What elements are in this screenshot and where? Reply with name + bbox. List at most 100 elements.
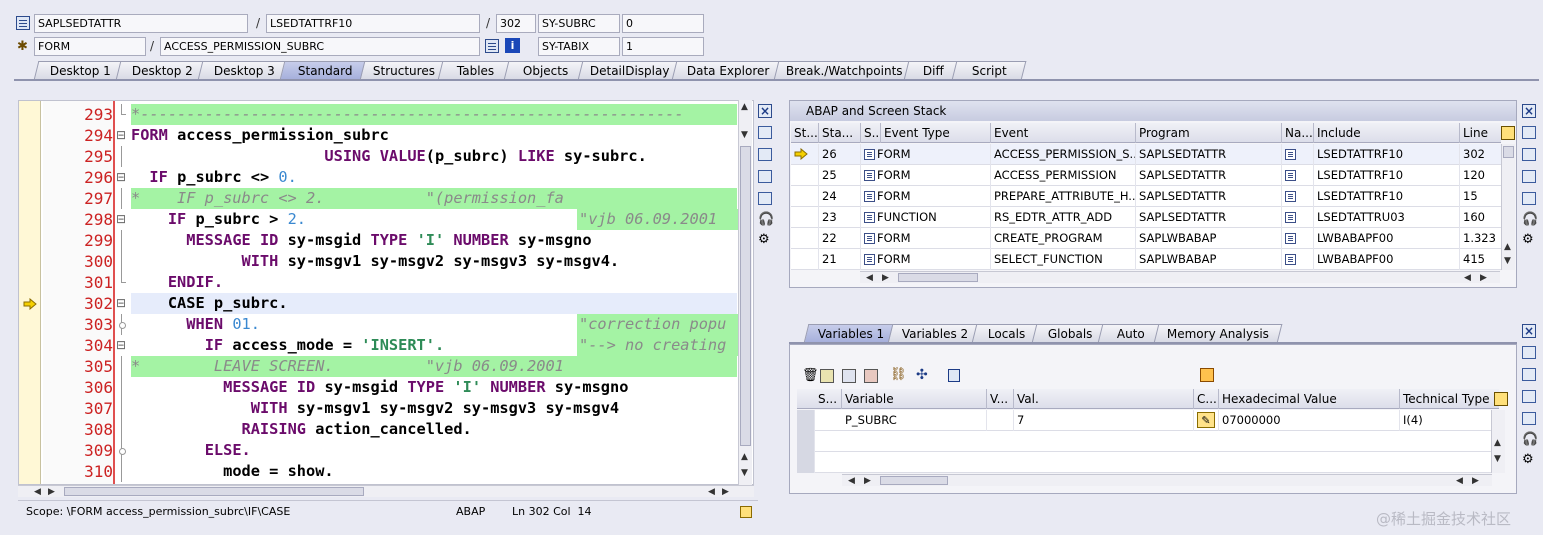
save-icon[interactable] <box>1200 368 1214 382</box>
scroll-thumb[interactable] <box>880 476 948 485</box>
col-header[interactable]: Variable <box>842 389 987 409</box>
resize-horizontal-icon[interactable] <box>1522 192 1536 205</box>
fold-toggle[interactable] <box>116 293 129 314</box>
fold-toggle[interactable] <box>116 125 129 146</box>
col-header[interactable]: Sta... <box>819 123 861 143</box>
tab-variables-1[interactable]: Variables 1 <box>803 324 899 343</box>
variables-vertical-scrollbar[interactable]: ▲ ▼ <box>1491 410 1505 473</box>
col-header[interactable]: Include <box>1314 123 1460 143</box>
stack-row[interactable]: 26 FORM ACCESS_PERMISSION_S... SAPLSEDTA… <box>791 144 1501 165</box>
swap-tool-icon[interactable] <box>758 148 772 161</box>
stack-row[interactable]: 25 FORM ACCESS_PERMISSION SAPLSEDTATTR L… <box>791 165 1501 186</box>
scroll-up-icon[interactable]: ▲ <box>741 102 748 112</box>
tabix-value[interactable]: 1 <box>622 37 704 56</box>
scroll-left-icon[interactable]: ◀ <box>1464 273 1471 283</box>
swap-tool-icon[interactable] <box>1522 346 1536 359</box>
include-field[interactable]: LSEDTATTRF10 <box>266 14 480 33</box>
scroll-thumb[interactable] <box>1503 146 1514 158</box>
tab-objects[interactable]: Objects <box>503 61 589 80</box>
navigate-icon[interactable] <box>1285 170 1296 181</box>
display-source-icon[interactable] <box>485 39 499 53</box>
code-line-293[interactable]: *---------------------------------------… <box>131 104 737 125</box>
stack-row[interactable]: 24 FORM PREPARE_ATTRIBUTE_H... SAPLSEDTA… <box>791 186 1501 207</box>
scroll-left-icon[interactable]: ◀ <box>1456 476 1463 486</box>
breakpoint-gutter[interactable] <box>19 101 41 484</box>
tab-standard[interactable]: Standard <box>279 61 371 80</box>
column-layout-icon[interactable] <box>1501 126 1515 140</box>
code-line-296[interactable]: IF p_subrc <> 0. <box>131 167 737 188</box>
col-header[interactable]: C... <box>1194 389 1219 409</box>
headset-icon[interactable]: 🎧 <box>758 212 774 227</box>
scroll-up-icon[interactable]: ▲ <box>1504 242 1511 252</box>
fold-toggle[interactable] <box>116 335 129 356</box>
code-line-302-current[interactable]: CASE p_subrc. <box>131 293 737 314</box>
resize-horizontal-icon[interactable] <box>758 192 772 205</box>
col-header[interactable]: V... <box>987 389 1014 409</box>
source-editor[interactable]: 293 294 295 296 297 298 299 300 301 302 … <box>18 100 754 485</box>
code-line-301[interactable]: ENDIF. <box>131 272 737 293</box>
col-header[interactable]: Event <box>991 123 1136 143</box>
tab-globals[interactable]: Globals <box>1031 324 1109 343</box>
headset-icon[interactable]: 🎧 <box>1522 432 1538 447</box>
navigate-icon[interactable] <box>1285 149 1296 160</box>
services-icon[interactable]: ⚙ <box>1522 452 1534 467</box>
tab-desktop-3[interactable]: Desktop 3 <box>197 61 291 80</box>
scroll-right-icon[interactable]: ▶ <box>1472 476 1479 486</box>
resize-vertical-icon[interactable] <box>1522 170 1536 183</box>
scroll-left-icon[interactable]: ◀ <box>708 487 715 497</box>
maximize-icon[interactable] <box>1522 368 1536 381</box>
code-line-300[interactable]: WITH sy-msgv1 sy-msgv2 sy-msgv3 sy-msgv4… <box>131 251 737 272</box>
scroll-down-icon[interactable]: ▼ <box>741 468 748 478</box>
program-field[interactable]: SAPLSEDTATTR <box>34 14 248 33</box>
close-icon[interactable]: × <box>1522 104 1536 118</box>
swap-tool-icon[interactable] <box>1522 126 1536 139</box>
scroll-left-icon[interactable]: ◀ <box>866 273 873 283</box>
clipboard-icon[interactable] <box>948 369 960 382</box>
scroll-thumb[interactable] <box>740 146 751 446</box>
navigate-cell[interactable] <box>1282 186 1314 207</box>
code-line-310[interactable]: mode = show. <box>131 461 737 482</box>
col-header[interactable]: Hexadecimal Value <box>1219 389 1400 409</box>
line-field[interactable]: 302 <box>496 14 536 33</box>
tab-desktop-1[interactable]: Desktop 1 <box>33 61 127 80</box>
hierarchy-icon[interactable]: ⛓ <box>890 367 907 382</box>
services-icon[interactable]: ⚙ <box>758 232 770 247</box>
maximize-icon[interactable] <box>1522 148 1536 161</box>
navigate-icon[interactable] <box>1285 254 1296 265</box>
note-icon[interactable] <box>740 506 752 518</box>
col-header[interactable]: Na... <box>1282 123 1314 143</box>
code-line-307[interactable]: WITH sy-msgv1 sy-msgv2 sy-msgv3 sy-msgv4 <box>131 398 737 419</box>
editor-vertical-scrollbar[interactable]: ▲ ▼ ▲ ▼ <box>738 100 752 485</box>
move-icon[interactable]: ✣ <box>916 367 928 383</box>
navigate-icon[interactable] <box>1285 212 1296 223</box>
variable-row-empty[interactable] <box>797 452 1491 473</box>
close-icon[interactable]: × <box>1522 324 1536 338</box>
info-icon[interactable]: i <box>505 38 520 53</box>
stack-row[interactable]: 22 FORM CREATE_PROGRAM SAPLWBABAP LWBABA… <box>791 228 1501 249</box>
variable-name[interactable]: P_SUBRC <box>842 410 987 431</box>
scroll-thumb[interactable] <box>898 273 978 282</box>
new-tool-icon[interactable] <box>758 126 772 139</box>
code-line-305[interactable]: * LEAVE SCREEN. "vjb 06.09.2001 <box>131 356 737 377</box>
resize-horizontal-icon[interactable] <box>1522 412 1536 425</box>
tab-desktop-2[interactable]: Desktop 2 <box>115 61 209 80</box>
subrc-value[interactable]: 0 <box>622 14 704 33</box>
row-selector[interactable] <box>797 410 815 431</box>
code-line-306[interactable]: MESSAGE ID sy-msgid TYPE 'I' NUMBER sy-m… <box>131 377 737 398</box>
tab-structures[interactable]: Structures <box>359 61 449 80</box>
code-line-295[interactable]: USING VALUE(p_subrc) LIKE sy-subrc. <box>131 146 737 167</box>
pencil-icon[interactable]: ✎ <box>1197 412 1215 428</box>
scroll-up-icon[interactable]: ▲ <box>741 452 748 462</box>
scroll-right-icon[interactable]: ▶ <box>48 487 55 497</box>
stack-row[interactable]: 21 FORM SELECT_FUNCTION SAPLWBABAP LWBAB… <box>791 249 1501 270</box>
load-variable-icon[interactable] <box>842 369 856 383</box>
delete-icon[interactable]: 🗑 <box>802 368 819 383</box>
variable-row[interactable]: P_SUBRC 7 ✎ 07000000 I(4) <box>797 410 1491 431</box>
tab-tables[interactable]: Tables <box>437 61 515 80</box>
scroll-down-icon[interactable]: ▼ <box>1494 454 1501 464</box>
event-name-field[interactable]: ACCESS_PERMISSION_SUBRC <box>160 37 480 56</box>
save-variable-icon[interactable] <box>820 369 834 383</box>
col-header[interactable]: S... <box>861 123 881 143</box>
scroll-right-icon[interactable]: ▶ <box>1480 273 1487 283</box>
tab-detail-display[interactable]: DetailDisplay <box>577 61 683 80</box>
